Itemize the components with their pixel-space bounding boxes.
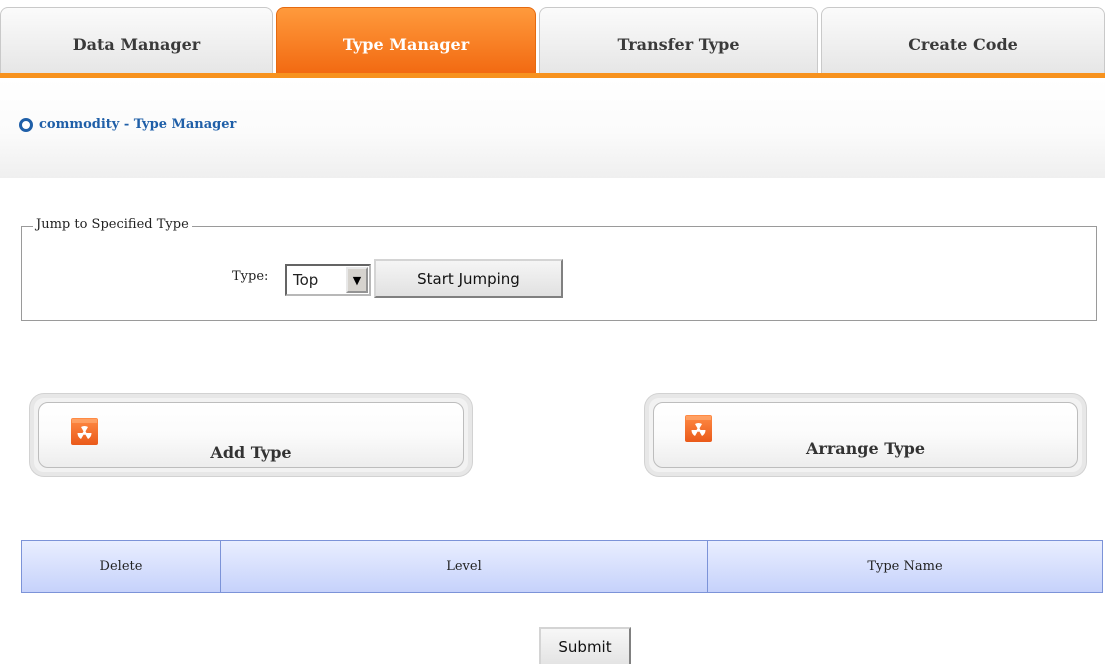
column-header-level: Level bbox=[221, 541, 708, 592]
arrange-type-button-face: Arrange Type bbox=[653, 402, 1078, 468]
type-label: Type: bbox=[232, 269, 269, 284]
breadcrumb: commodity - Type Manager bbox=[19, 117, 236, 132]
type-table-header: Delete Level Type Name bbox=[21, 540, 1103, 593]
radiation-icon bbox=[685, 415, 712, 442]
column-header-delete: Delete bbox=[22, 541, 221, 592]
tab-label: Create Code bbox=[908, 35, 1018, 54]
tab-data-manager[interactable]: Data Manager bbox=[0, 7, 273, 73]
arrange-type-button[interactable]: Arrange Type bbox=[645, 394, 1086, 476]
breadcrumb-text: commodity - Type Manager bbox=[39, 117, 237, 132]
type-select[interactable]: Top ▼ bbox=[285, 264, 371, 296]
radiation-icon bbox=[71, 418, 98, 445]
arrange-type-label: Arrange Type bbox=[805, 439, 926, 458]
jump-legend: Jump to Specified Type bbox=[33, 217, 192, 232]
tab-label: Data Manager bbox=[72, 35, 201, 54]
tab-type-manager[interactable]: Type Manager bbox=[276, 7, 536, 73]
tab-bar: Data Manager Type Manager Transfer Type … bbox=[0, 0, 1105, 78]
tab-create-code[interactable]: Create Code bbox=[821, 7, 1105, 73]
column-header-type-name: Type Name bbox=[867, 559, 943, 574]
type-select-value: Top bbox=[293, 271, 319, 289]
type-manager-page: Data Manager Type Manager Transfer Type … bbox=[0, 0, 1105, 664]
tab-transfer-type[interactable]: Transfer Type bbox=[539, 7, 818, 73]
add-type-button[interactable]: Add Type bbox=[30, 394, 472, 476]
add-type-button-face: Add Type bbox=[38, 402, 464, 468]
submit-button[interactable]: Submit bbox=[539, 627, 631, 664]
dropdown-arrow-icon[interactable]: ▼ bbox=[346, 267, 368, 293]
add-type-label: Add Type bbox=[210, 443, 292, 462]
start-jumping-button[interactable]: Start Jumping bbox=[374, 259, 563, 298]
circle-bullet-icon bbox=[19, 117, 33, 132]
tab-label: Type Manager bbox=[342, 35, 470, 54]
tab-label: Transfer Type bbox=[617, 35, 740, 54]
